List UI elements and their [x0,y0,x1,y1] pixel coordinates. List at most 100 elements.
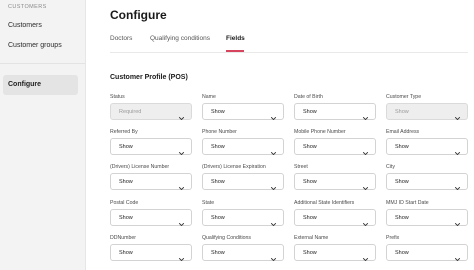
sidebar-divider [0,63,85,64]
chevron-down-icon [270,179,277,191]
visibility-select[interactable]: Show [294,138,376,156]
visibility-select[interactable]: Show [386,209,468,227]
select-value: Show [211,250,225,256]
field-label: Phone Number [202,129,237,135]
visibility-select[interactable]: Show [110,209,192,227]
tab-qualifying-conditions[interactable]: Qualifying conditions [150,35,210,42]
field-label: Date of Birth [294,94,323,100]
tab-doctors[interactable]: Doctors [110,35,132,42]
field-label: DDNumber [110,235,136,241]
select-value: Show [303,109,317,115]
field-label: Additional State Identifiers [294,200,355,206]
field-date-of-birth: Date of Birth Show [294,94,376,121]
field-label: Referred By [110,129,138,135]
field-label: Name [202,94,216,100]
visibility-select[interactable]: Show [202,103,284,121]
select-value: Show [211,215,225,221]
field-referred-by: Referred By Show [110,129,192,156]
field-label: Email Address [386,129,420,135]
visibility-select: Required [110,103,192,121]
visibility-select[interactable]: Show [202,173,284,191]
field-label: Qualifying Conditions [202,235,252,241]
select-value: Show [395,179,409,185]
select-value: Show [119,144,133,150]
select-value: Show [211,179,225,185]
chevron-down-icon [178,109,185,121]
visibility-select[interactable]: Show [202,244,284,262]
chevron-down-icon [270,250,277,262]
chevron-down-icon [454,250,461,262]
chevron-down-icon [178,215,185,227]
field-drivers-license-number: (Drivers) License Number Show [110,164,192,191]
page-title: Configure [110,8,167,22]
field-status: Status Required [110,94,192,121]
visibility-select[interactable]: Show [386,244,468,262]
field-mmj-id-start-date: MMJ ID Start Date Show [386,200,468,227]
select-value: Show [395,109,409,115]
chevron-down-icon [454,215,461,227]
field-city: City Show [386,164,468,191]
field-label: Postal Code [110,200,139,206]
field-external-name: External Name Show [294,235,376,262]
field-prefix: Prefix Show [386,235,468,262]
field-qualifying-conditions: Qualifying Conditions Show [202,235,284,262]
field-postal-code: Postal Code Show [110,200,192,227]
chevron-down-icon [362,144,369,156]
field-additional-state-identifiers: Additional State Identifiers Show [294,200,376,227]
field-phone-number: Phone Number Show [202,129,284,156]
sidebar-item-configure[interactable]: Configure [3,75,78,95]
chevron-down-icon [362,179,369,191]
visibility-select[interactable]: Show [294,209,376,227]
chevron-down-icon [270,215,277,227]
field-label: MMJ ID Start Date [386,200,429,206]
sidebar-item-customers[interactable]: Customers [8,22,42,29]
select-value: Show [119,215,133,221]
field-label: Prefix [386,235,400,241]
field-customer-type: Customer Type Show [386,94,468,121]
field-label: External Name [294,235,329,241]
sidebar-section-label: CUSTOMERS [8,4,47,10]
select-value: Show [119,250,133,256]
select-value: Show [211,109,225,115]
chevron-down-icon [362,109,369,121]
select-value: Show [303,179,317,185]
select-value: Show [303,144,317,150]
chevron-down-icon [454,109,461,121]
visibility-select: Show [386,103,468,121]
visibility-select[interactable]: Show [294,103,376,121]
field-ddnumber: DDNumber Show [110,235,192,262]
sidebar: CUSTOMERS Customers Customer groups Conf… [0,0,86,270]
visibility-select[interactable]: Show [386,173,468,191]
chevron-down-icon [454,179,461,191]
sidebar-item-customer-groups[interactable]: Customer groups [8,42,62,49]
visibility-select[interactable]: Show [110,138,192,156]
field-street: Street Show [294,164,376,191]
sidebar-item-label: Configure [8,81,42,88]
visibility-select[interactable]: Show [386,138,468,156]
tab-fields[interactable]: Fields [226,35,245,42]
visibility-select[interactable]: Show [294,244,376,262]
chevron-down-icon [454,144,461,156]
field-drivers-license-expiration: (Drivers) License Expiration Show [202,164,284,191]
chevron-down-icon [178,179,185,191]
visibility-select[interactable]: Show [202,209,284,227]
field-mobile-phone-number: Mobile Phone Number Show [294,129,376,156]
field-name: Name Show [202,94,284,121]
chevron-down-icon [270,109,277,121]
section-title: Customer Profile (POS) [110,74,188,81]
visibility-select[interactable]: Show [110,173,192,191]
select-value: Show [395,215,409,221]
field-label: State [202,200,215,206]
tab-bar-divider [110,52,468,53]
visibility-select[interactable]: Show [202,138,284,156]
chevron-down-icon [270,144,277,156]
field-label: Mobile Phone Number [294,129,346,135]
select-value: Show [395,144,409,150]
select-value: Show [303,250,317,256]
select-value: Show [211,144,225,150]
field-label: (Drivers) License Expiration [202,164,266,170]
field-email-address: Email Address Show [386,129,468,156]
main-content: Configure Doctors Qualifying conditions … [86,0,474,270]
visibility-select[interactable]: Show [110,244,192,262]
visibility-select[interactable]: Show [294,173,376,191]
